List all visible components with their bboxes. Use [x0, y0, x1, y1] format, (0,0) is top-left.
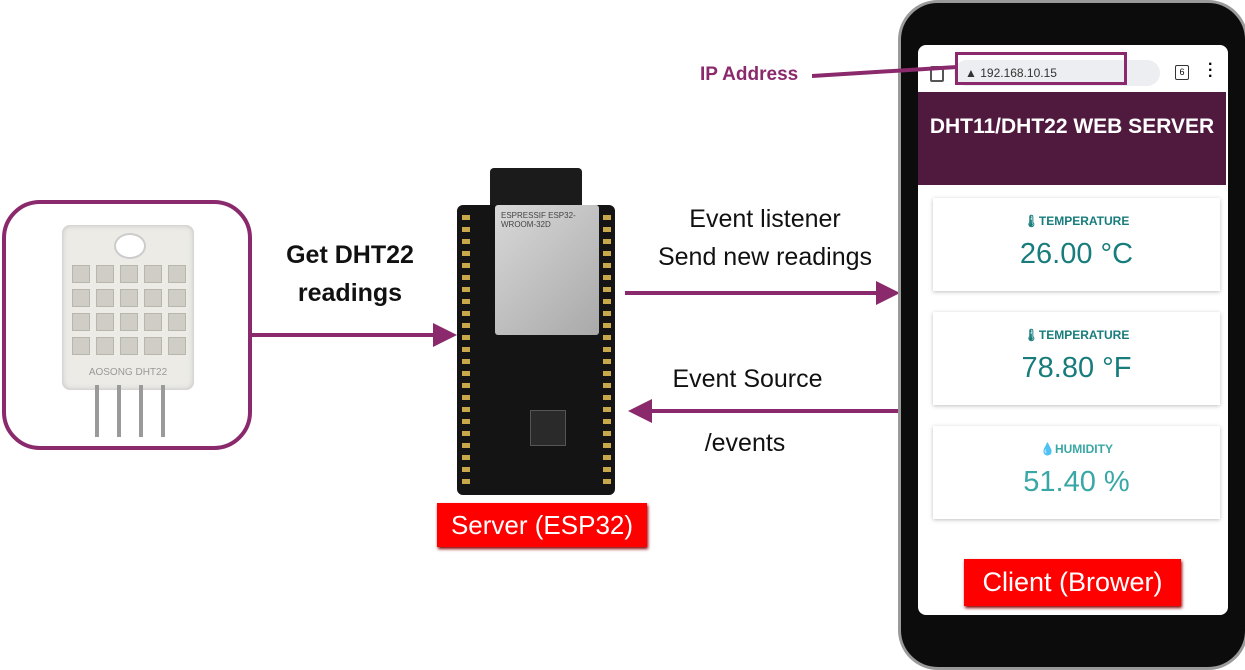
ip-pointer-line [812, 65, 958, 78]
sensor-marking: AOSONG DHT22 [88, 367, 168, 378]
server-to-client-arrow [625, 291, 880, 295]
dht22-sensor-image: AOSONG DHT22 [62, 225, 194, 390]
usb-chip [530, 410, 566, 446]
temperature-f-value: 78.80 °F [1021, 352, 1132, 384]
temperature-f-card: 🌡TEMPERATURE 78.80 °F [933, 312, 1220, 405]
ip-highlight-box [955, 52, 1127, 85]
temperature-c-value: 26.00 °C [1019, 238, 1134, 270]
event-listener-label: Event listener Send new readings [657, 205, 873, 271]
esp32-module: ESPRESSIF ESP32-WROOM-32D [495, 205, 599, 335]
event-source-label: Event Source [672, 365, 823, 393]
events-path-label: /events [704, 429, 786, 457]
client-label: Client (Brower) [964, 559, 1181, 606]
thermometer-icon: 🌡 [1023, 328, 1039, 342]
humidity-value: 51.40 % [1023, 466, 1130, 498]
get-readings-label: Get DHT22 readings [286, 241, 414, 307]
client-to-server-arrow [650, 409, 902, 413]
thermometer-icon: 🌡 [1023, 214, 1039, 228]
menu-icon[interactable]: · · · [1208, 57, 1213, 85]
sensor-to-server-arrow [252, 333, 437, 337]
humidity-card: 💧HUMIDITY 51.40 % [933, 426, 1220, 519]
server-label: Server (ESP32) [437, 503, 647, 547]
ip-address-label: IP Address [700, 64, 799, 85]
water-drop-icon: 💧 [1040, 442, 1055, 456]
page-title: DHT11/DHT22 WEB SERVER [918, 92, 1226, 185]
temperature-c-card: 🌡TEMPERATURE 26.00 °C [933, 198, 1220, 291]
tabs-button[interactable]: 6 [1175, 65, 1189, 80]
